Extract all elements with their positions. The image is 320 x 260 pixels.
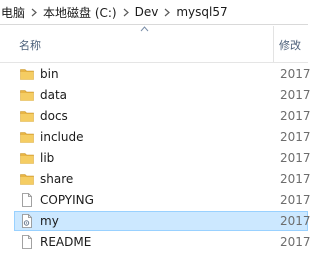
chevron-right-icon[interactable]	[160, 8, 174, 17]
folder-icon	[20, 90, 34, 101]
list-item-bin[interactable]: bin 2017	[14, 64, 311, 84]
breadcrumb-item-drive[interactable]: 本地磁盘 (C:)	[41, 4, 119, 21]
file-icon	[22, 235, 32, 249]
list-item-copying[interactable]: COPYING 2017	[14, 190, 311, 210]
list-item-my[interactable]: my 2017	[14, 211, 311, 231]
breadcrumb-item-dev[interactable]: Dev	[133, 5, 161, 19]
column-header-name[interactable]: 名称	[19, 37, 41, 53]
file-name: COPYING	[40, 193, 94, 207]
file-date: 2017	[280, 88, 311, 102]
file-name: data	[40, 88, 68, 102]
file-date: 2017	[280, 214, 311, 228]
breadcrumb: 电脑 本地磁盘 (C:) Dev mysql57	[0, 0, 308, 25]
chevron-right-icon[interactable]	[27, 8, 41, 17]
list-item-include[interactable]: include 2017	[14, 127, 311, 147]
file-date: 2017	[280, 67, 311, 81]
chevron-right-icon[interactable]	[119, 8, 133, 17]
list-item-data[interactable]: data 2017	[14, 85, 311, 105]
list-item-share[interactable]: share 2017	[14, 169, 311, 189]
file-name: include	[40, 130, 84, 144]
file-name: docs	[40, 109, 68, 123]
file-name: my	[40, 214, 59, 228]
folder-icon	[20, 111, 34, 122]
file-date: 2017	[280, 235, 311, 249]
list-item-readme[interactable]: README 2017	[14, 232, 311, 252]
folder-icon	[20, 69, 34, 80]
folder-icon	[20, 132, 34, 143]
file-date: 2017	[280, 130, 311, 144]
column-header	[0, 24, 308, 63]
file-name: share	[40, 172, 74, 186]
sort-ascending-icon	[140, 26, 149, 32]
file-icon	[22, 193, 32, 207]
file-date: 2017	[280, 172, 311, 186]
folder-icon	[20, 153, 34, 164]
file-name: README	[40, 235, 92, 249]
file-date: 2017	[280, 151, 311, 165]
column-divider[interactable]	[273, 26, 274, 62]
settings-file-icon	[22, 214, 32, 228]
breadcrumb-item-mysql57[interactable]: mysql57	[174, 5, 229, 19]
file-name: bin	[40, 67, 59, 81]
column-header-date-modified[interactable]: 修改	[279, 37, 301, 53]
file-name: lib	[40, 151, 55, 165]
list-item-docs[interactable]: docs 2017	[14, 106, 311, 126]
folder-icon	[20, 174, 34, 185]
breadcrumb-item-computer[interactable]: 电脑	[0, 4, 27, 21]
file-date: 2017	[280, 193, 311, 207]
list-item-lib[interactable]: lib 2017	[14, 148, 311, 168]
file-date: 2017	[280, 109, 311, 123]
